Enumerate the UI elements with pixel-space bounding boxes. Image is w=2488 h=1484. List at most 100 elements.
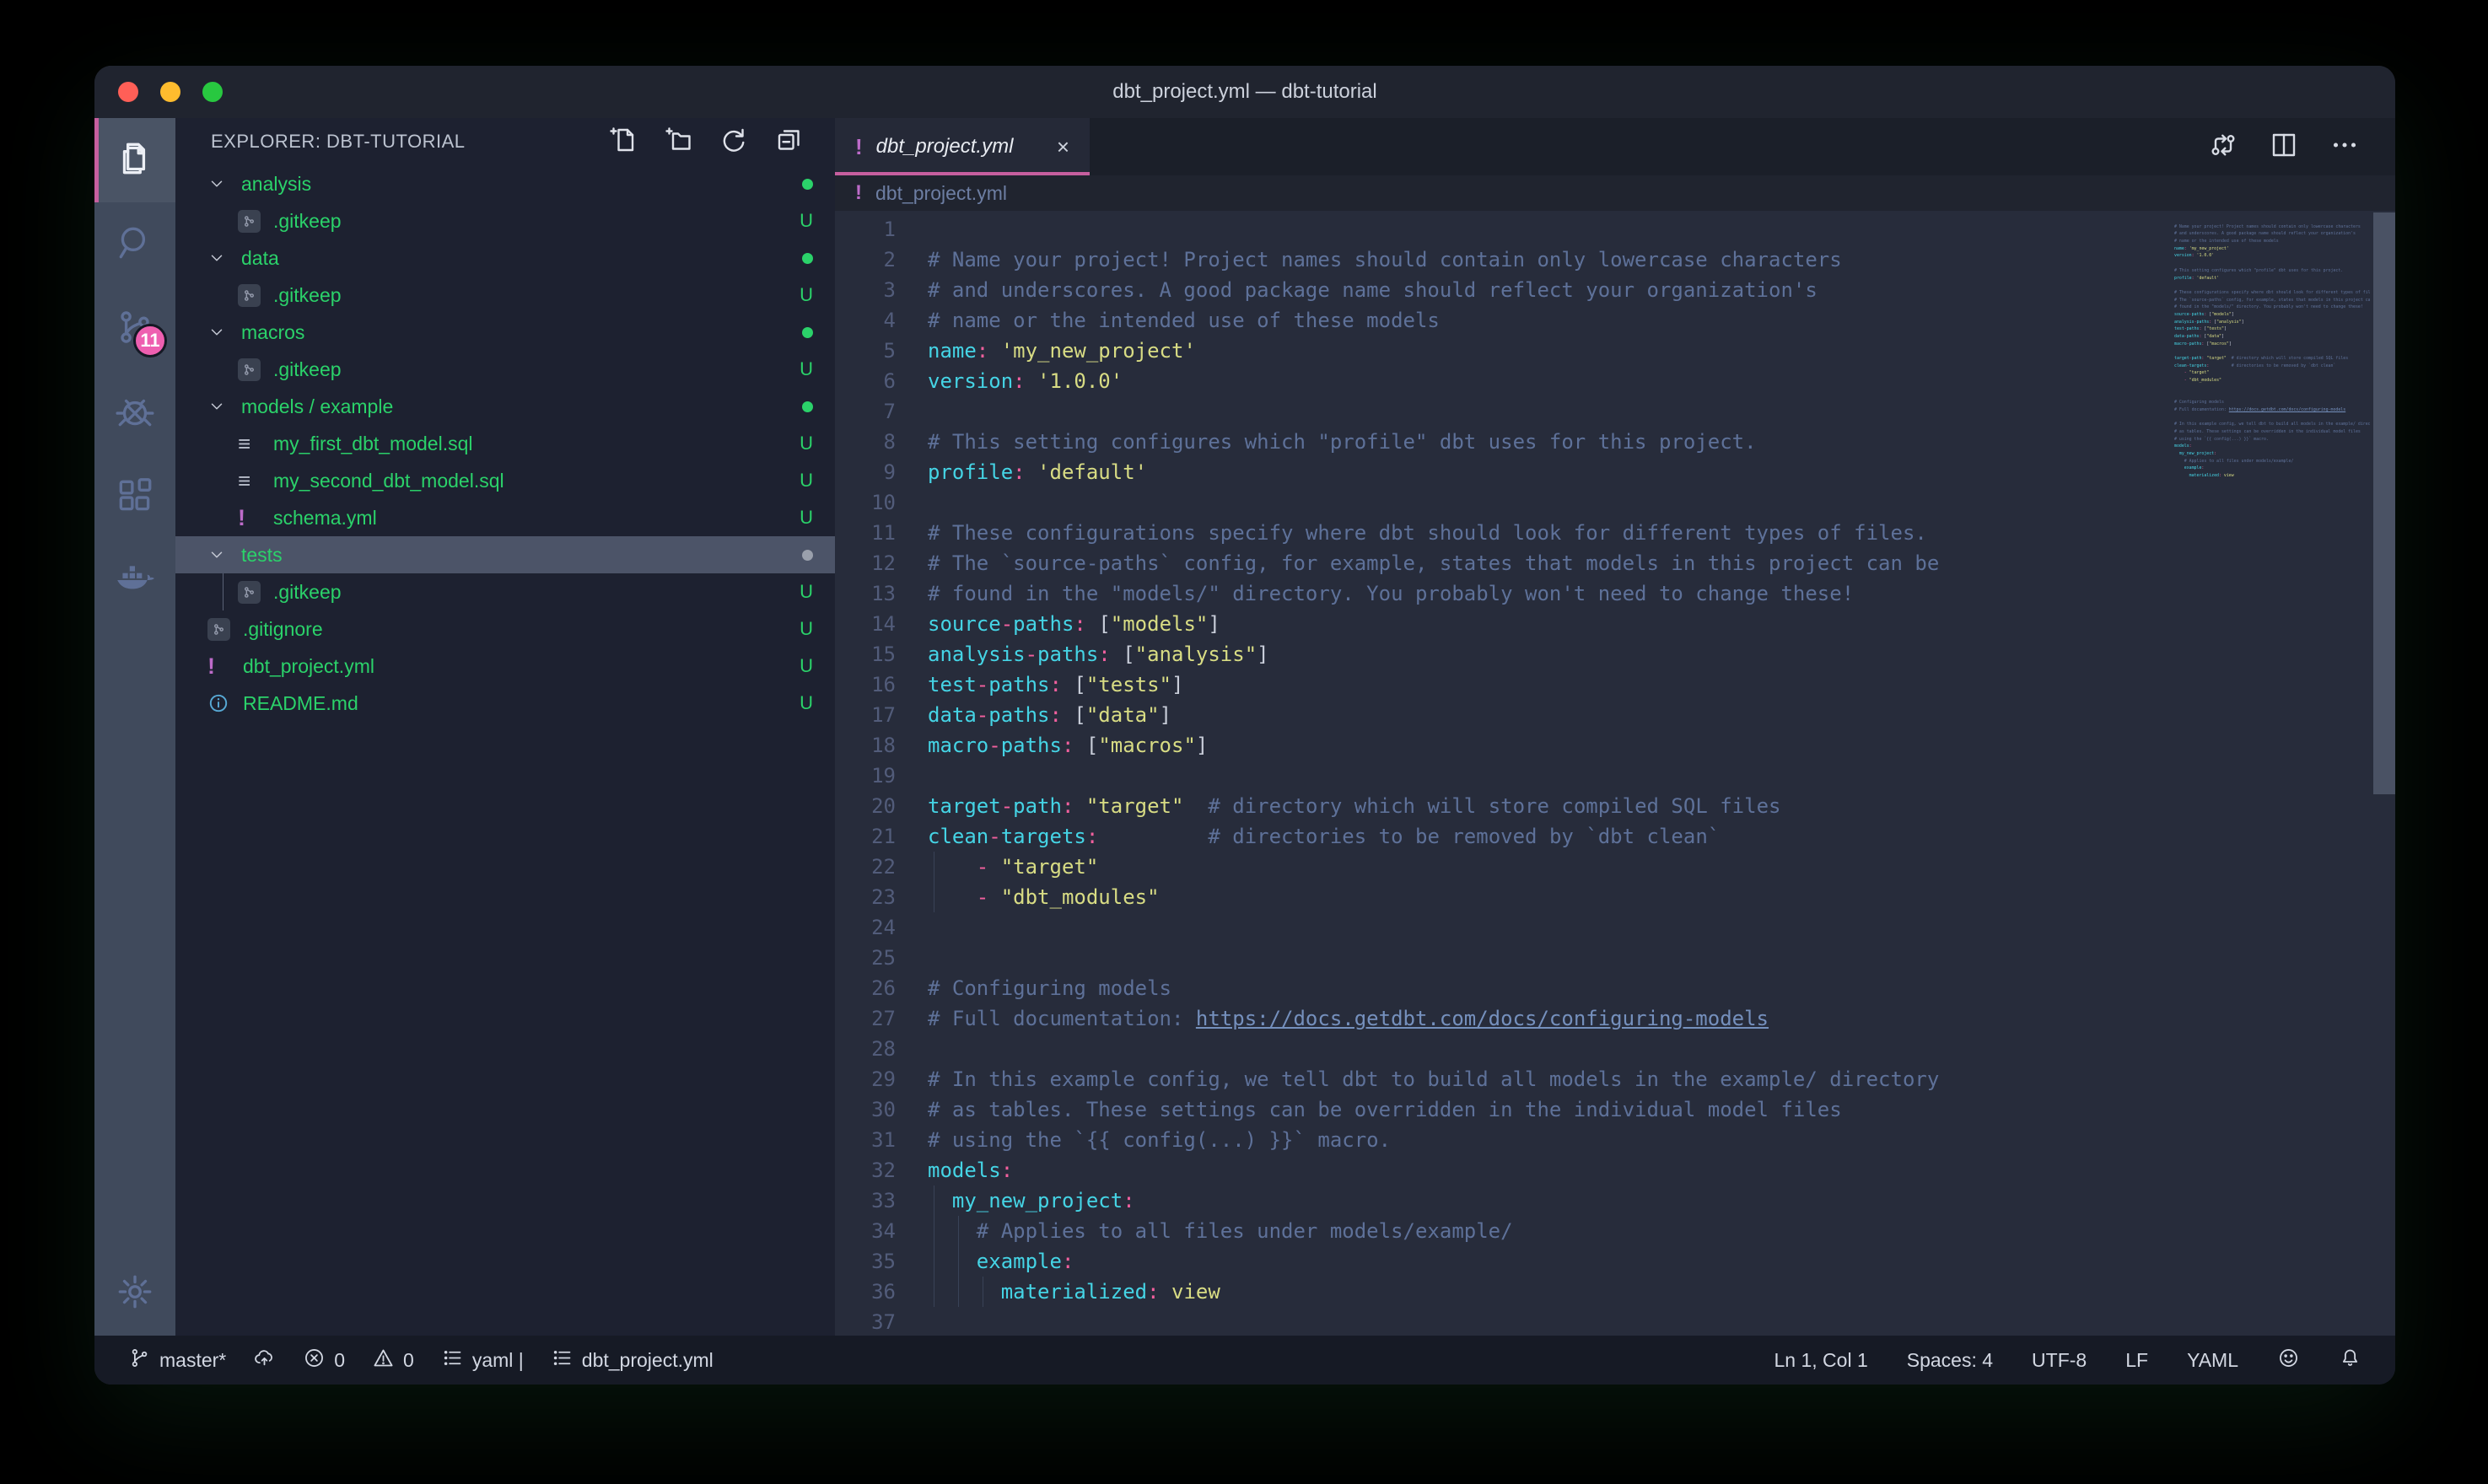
minimap-line: name: 'my_new_project' bbox=[2174, 245, 2370, 253]
split-editor-icon[interactable] bbox=[2269, 130, 2299, 164]
line-number: 9 bbox=[835, 457, 896, 487]
status-language-mode-text: YAML bbox=[2187, 1349, 2238, 1372]
explorer-header: EXPLORER: DBT-TUTORIAL bbox=[175, 118, 835, 165]
code-line: # using the `{{ config(...) }}` macro. bbox=[896, 1125, 2395, 1155]
tree-item-dbt-project-yml[interactable]: !dbt_project.ymlU bbox=[175, 648, 835, 685]
code-pane[interactable]: # Name your project! Project names shoul… bbox=[896, 211, 2395, 1336]
minimize-window-button[interactable] bbox=[160, 82, 180, 102]
line-number: 16 bbox=[835, 669, 896, 700]
status-feedback[interactable] bbox=[2277, 1347, 2300, 1374]
minimap[interactable]: # Name your project! Project names shoul… bbox=[2174, 216, 2370, 487]
line-number: 31 bbox=[835, 1125, 896, 1155]
more-actions-icon[interactable] bbox=[2329, 130, 2360, 164]
zoom-window-button[interactable] bbox=[202, 82, 223, 102]
tree-item-tests[interactable]: tests bbox=[175, 536, 835, 573]
tree-item-label: .gitkeep bbox=[273, 581, 342, 604]
status-errors[interactable]: 0 bbox=[303, 1347, 345, 1374]
vscode-window: dbt_project.yml — dbt-tutorial 11 EXPLOR… bbox=[94, 66, 2395, 1385]
tree-item-readme-md[interactable]: README.mdU bbox=[175, 685, 835, 722]
collapse-all-button[interactable] bbox=[774, 125, 805, 159]
status-notifications[interactable] bbox=[2339, 1347, 2361, 1374]
tree-item--gitkeep[interactable]: .gitkeepU bbox=[175, 277, 835, 314]
activity-item-settings[interactable] bbox=[94, 1251, 175, 1336]
status-publish-changes[interactable] bbox=[253, 1347, 276, 1374]
status-encoding[interactable]: UTF-8 bbox=[2032, 1349, 2087, 1372]
close-window-button[interactable] bbox=[118, 82, 138, 102]
line-number: 20 bbox=[835, 791, 896, 821]
tree-item-my-second-dbt-model-sql[interactable]: ≡my_second_dbt_model.sqlU bbox=[175, 462, 835, 499]
minimap-line bbox=[2174, 480, 2370, 487]
tree-item-analysis[interactable]: analysis bbox=[175, 165, 835, 202]
code-line: # These configurations specify where dbt… bbox=[896, 518, 2395, 548]
line-number: 37 bbox=[835, 1307, 896, 1336]
new-file-button[interactable] bbox=[607, 125, 638, 159]
git-status-badge: U bbox=[800, 284, 813, 306]
warning-icon bbox=[372, 1347, 395, 1374]
tree-item--gitkeep[interactable]: .gitkeepU bbox=[175, 351, 835, 388]
tree-item--gitkeep[interactable]: .gitkeepU bbox=[175, 573, 835, 610]
minimap-line bbox=[2174, 347, 2370, 355]
activity-item-debug[interactable] bbox=[94, 371, 175, 455]
line-number: 3 bbox=[835, 275, 896, 305]
status-eol[interactable]: LF bbox=[2125, 1349, 2148, 1372]
minimap-line bbox=[2174, 392, 2370, 400]
line-number: 14 bbox=[835, 609, 896, 639]
activity-item-extensions[interactable] bbox=[94, 455, 175, 540]
breadcrumb[interactable]: ! dbt_project.yml bbox=[835, 175, 2395, 211]
status-indentation[interactable]: Spaces: 4 bbox=[1907, 1349, 1993, 1372]
minimap-line: clean-targets: # directories to be remov… bbox=[2174, 363, 2370, 370]
git-file-icon bbox=[238, 284, 268, 307]
status-language-mode[interactable]: YAML bbox=[2187, 1349, 2238, 1372]
indent-guide bbox=[958, 1216, 959, 1246]
minimap-line bbox=[2174, 260, 2370, 267]
minimap-line bbox=[2174, 414, 2370, 422]
git-modified-dot bbox=[802, 179, 813, 190]
minimap-line: # These configurations specify where dbt… bbox=[2174, 289, 2370, 297]
tree-item-schema-yml[interactable]: !schema.ymlU bbox=[175, 499, 835, 536]
minimap-line: version: '1.0.0' bbox=[2174, 252, 2370, 260]
tree-item--gitkeep[interactable]: .gitkeepU bbox=[175, 202, 835, 239]
breadcrumb-file[interactable]: dbt_project.yml bbox=[875, 182, 1007, 205]
status-indentation-text: Spaces: 4 bbox=[1907, 1349, 1993, 1372]
code-line bbox=[896, 487, 2395, 518]
tree-item-models-example[interactable]: models / example bbox=[175, 388, 835, 425]
line-number: 26 bbox=[835, 973, 896, 1003]
code-line: materialized: view bbox=[896, 1277, 2395, 1307]
minimap-line: - "target" bbox=[2174, 369, 2370, 377]
activity-item-source-control[interactable]: 11 bbox=[94, 287, 175, 371]
tree-item-my-first-dbt-model-sql[interactable]: ≡my_first_dbt_model.sqlU bbox=[175, 425, 835, 462]
minimap-line: # found in the "models/" directory. You … bbox=[2174, 304, 2370, 311]
yaml-warning-icon: ! bbox=[855, 183, 862, 203]
code-line: my_new_project: bbox=[896, 1186, 2395, 1216]
minimap-line: # Name your project! Project names shoul… bbox=[2174, 223, 2370, 231]
vertical-scrollbar[interactable] bbox=[2373, 212, 2395, 794]
tab-dbt-project-yml[interactable]: ! dbt_project.yml × bbox=[835, 118, 1090, 175]
status-cursor-position[interactable]: Ln 1, Col 1 bbox=[1774, 1349, 1868, 1372]
cloud-upload-icon bbox=[253, 1347, 276, 1374]
tree-item-data[interactable]: data bbox=[175, 239, 835, 277]
activity-item-explorer[interactable] bbox=[94, 118, 175, 202]
yaml-warning-icon: ! bbox=[207, 655, 238, 678]
tree-item-macros[interactable]: macros bbox=[175, 314, 835, 351]
tree-item-label: .gitkeep bbox=[273, 358, 342, 381]
status-git-branch[interactable]: master* bbox=[128, 1347, 226, 1374]
code-line: # Name your project! Project names shoul… bbox=[896, 245, 2395, 275]
bell-icon bbox=[2339, 1347, 2361, 1374]
status-active-file[interactable]: dbt_project.yml bbox=[551, 1347, 714, 1374]
tree-item--gitignore[interactable]: .gitignoreU bbox=[175, 610, 835, 648]
activity-item-docker[interactable] bbox=[94, 540, 175, 624]
line-number: 15 bbox=[835, 639, 896, 669]
explorer-sidebar: EXPLORER: DBT-TUTORIAL analysis.gitkeepU… bbox=[175, 118, 835, 1336]
minimap-line: # as tables. These settings can be overr… bbox=[2174, 428, 2370, 436]
refresh-button[interactable] bbox=[719, 125, 749, 159]
code-line bbox=[896, 943, 2395, 973]
open-changes-icon[interactable] bbox=[2208, 130, 2238, 164]
activity-item-search[interactable] bbox=[94, 202, 175, 287]
status-problems-yaml[interactable]: yaml | bbox=[441, 1347, 524, 1374]
code-editor[interactable]: 1234567891011121314151617181920212223242… bbox=[835, 211, 2395, 1336]
status-warnings[interactable]: 0 bbox=[372, 1347, 414, 1374]
line-number: 2 bbox=[835, 245, 896, 275]
new-folder-button[interactable] bbox=[663, 125, 693, 159]
chevron-down-icon bbox=[207, 397, 236, 416]
tab-close-icon[interactable]: × bbox=[1057, 134, 1069, 160]
